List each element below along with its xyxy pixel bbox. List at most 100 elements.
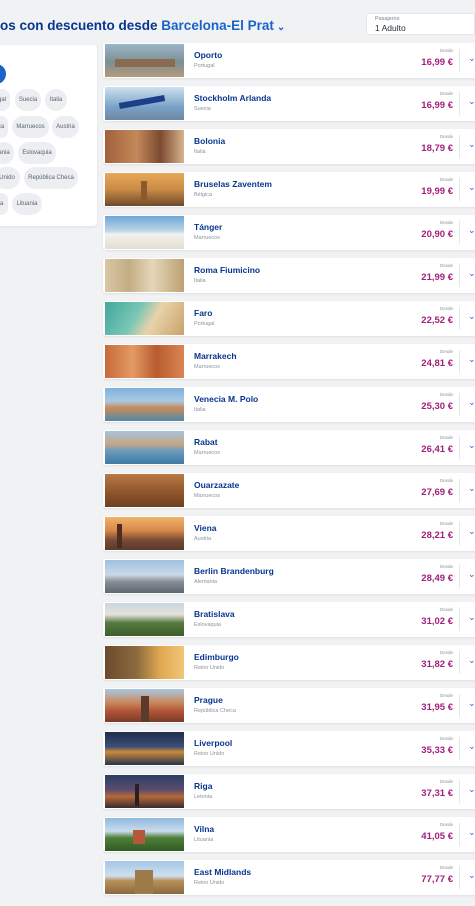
chevron-down-icon[interactable]: ⌄	[468, 741, 475, 752]
chevron-down-icon[interactable]: ⌄	[468, 225, 475, 236]
destination-card-edimburgo[interactable]: Edimburgo Reino Unido Desde 31,82 € ⌄	[103, 645, 475, 680]
chevron-down-icon[interactable]: ⌄	[468, 268, 475, 279]
destination-card-liverpool[interactable]: Liverpool Reino Unido Desde 35,33 € ⌄	[103, 731, 475, 766]
country-chip-austria[interactable]: Austria	[52, 116, 79, 138]
chevron-down-icon[interactable]: ⌄	[468, 526, 475, 537]
destination-card-viena[interactable]: Viena Austria Desde 28,21 € ⌄	[103, 516, 475, 551]
chevron-down-icon[interactable]: ⌄	[468, 311, 475, 322]
destination-city: Roma Fiumicino	[194, 265, 261, 275]
destination-card-bruselas[interactable]: Bruselas Zaventem Bélgica Desde 19,99 € …	[103, 172, 475, 207]
divider	[459, 393, 460, 416]
destination-country: Bélgica	[194, 192, 213, 198]
destination-card-east-midlands[interactable]: East Midlands Reino Unido Desde 77,77 € …	[103, 860, 475, 895]
chevron-down-icon[interactable]: ⌄	[468, 53, 475, 64]
destination-card-bratislava[interactable]: Bratislava Eslovaquia Desde 31,02 € ⌄	[103, 602, 475, 637]
destination-card-riga[interactable]: Riga Letonia Desde 37,31 € ⌄	[103, 774, 475, 809]
destination-card-rabat[interactable]: Rabat Marruecos Desde 26,41 € ⌄	[103, 430, 475, 465]
destination-photo	[105, 474, 184, 507]
country-chip-lituania[interactable]: Lituania	[12, 193, 42, 215]
destination-country: Suecia	[194, 106, 211, 112]
destination-card-prague[interactable]: Prague República Checa Desde 31,95 € ⌄	[103, 688, 475, 723]
divider	[459, 49, 460, 72]
divider	[459, 178, 460, 201]
destination-photo	[105, 431, 184, 464]
chevron-down-icon[interactable]: ⌄	[468, 397, 475, 408]
destination-card-vilna[interactable]: Vilna Lituania Desde 41,05 € ⌄	[103, 817, 475, 852]
destination-card-venecia[interactable]: Venecia M. Polo Italia Desde 25,30 € ⌄	[103, 387, 475, 422]
divider	[459, 694, 460, 717]
price-prefix: Desde	[439, 693, 453, 698]
country-chip-suecia[interactable]: Suecia	[15, 89, 41, 111]
destination-country: Marruecos	[194, 450, 220, 456]
destination-photo	[105, 216, 184, 249]
destination-country: Lituania	[194, 837, 214, 843]
chevron-down-icon[interactable]: ⌄	[468, 827, 475, 838]
origin-selector[interactable]: Barcelona-El Prat	[161, 18, 274, 33]
destination-city: Prague	[194, 695, 223, 705]
destination-price: 21,99 €	[421, 272, 453, 283]
destination-country: Marruecos	[194, 235, 220, 241]
passengers-field[interactable]: Pasajeros 1 Adulto	[366, 13, 475, 35]
destination-photo	[105, 560, 184, 593]
price-prefix: Desde	[439, 564, 453, 569]
divider	[459, 823, 460, 846]
chevron-down-icon[interactable]: ⌄	[468, 440, 475, 451]
destination-country: República Checa	[194, 708, 236, 714]
destination-card-ouarzazate[interactable]: Ouarzazate Marruecos Desde 27,69 € ⌄	[103, 473, 475, 508]
chevron-down-icon[interactable]: ⌄	[468, 784, 475, 795]
chevron-down-icon[interactable]: ⌄	[468, 139, 475, 150]
chevron-down-icon[interactable]: ⌄	[468, 182, 475, 193]
chevron-down-icon[interactable]: ⌄	[468, 612, 475, 623]
destination-price: 28,21 €	[421, 530, 453, 541]
destination-card-marrakech[interactable]: Marrakech Marruecos Desde 24,81 € ⌄	[103, 344, 475, 379]
divider	[459, 92, 460, 115]
chevron-down-icon[interactable]: ⌄	[468, 483, 475, 494]
destination-card-berlin[interactable]: Berlin Brandenburg Alemania Desde 28,49 …	[103, 559, 475, 594]
country-chip-italia[interactable]: Italia	[45, 89, 67, 111]
chevron-down-icon[interactable]: ⌄	[468, 354, 475, 365]
chevron-down-icon[interactable]: ⌄	[468, 870, 475, 881]
country-chip-eslovaquia[interactable]: Eslovaquia	[18, 142, 56, 164]
price-prefix: Desde	[439, 263, 453, 268]
destination-photo	[105, 775, 184, 808]
destination-price: 35,33 €	[421, 745, 453, 756]
destination-photo	[105, 259, 184, 292]
destination-photo	[105, 861, 184, 894]
destination-price: 25,30 €	[421, 401, 453, 412]
price-prefix: Desde	[439, 607, 453, 612]
destination-country: Italia	[194, 407, 206, 413]
chevron-down-icon[interactable]: ⌄	[468, 569, 475, 580]
destination-price: 26,41 €	[421, 444, 453, 455]
destination-photo	[105, 646, 184, 679]
chevron-down-icon[interactable]: ⌄	[277, 22, 285, 33]
destination-price: 22,52 €	[421, 315, 453, 326]
destination-card-stockholm[interactable]: Stockholm Arlanda Suecia Desde 16,99 € ⌄	[103, 86, 475, 121]
destination-photo	[105, 732, 184, 765]
destination-price: 31,82 €	[421, 659, 453, 670]
destination-city: Bruselas Zaventem	[194, 179, 272, 189]
destination-city: Bratislava	[194, 609, 235, 619]
destination-card-bolonia[interactable]: Bolonia Italia Desde 18,79 € ⌄	[103, 129, 475, 164]
destination-card-roma[interactable]: Roma Fiumicino Italia Desde 21,99 € ⌄	[103, 258, 475, 293]
chevron-down-icon[interactable]: ⌄	[468, 96, 475, 107]
destination-card-tanger[interactable]: Tánger Marruecos Desde 20,90 € ⌄	[103, 215, 475, 250]
country-chip-marruecos[interactable]: Marruecos	[12, 116, 49, 138]
passengers-label: Pasajeros	[375, 16, 400, 22]
destination-photo	[105, 689, 184, 722]
destination-city: Bolonia	[194, 136, 226, 146]
destination-card-faro[interactable]: Faro Portugal Desde 22,52 € ⌄	[103, 301, 475, 336]
destination-country: Portugal	[194, 63, 215, 69]
country-chip-letonia[interactable]: ia	[0, 193, 8, 215]
chevron-down-icon[interactable]: ⌄	[468, 655, 475, 666]
country-chip-republica-checa[interactable]: República Checa	[24, 167, 78, 189]
destination-photo	[105, 173, 184, 206]
destination-price: 19,99 €	[421, 186, 453, 197]
destination-city: Venecia M. Polo	[194, 394, 259, 404]
country-chip-belgica[interactable]: ca	[0, 116, 8, 138]
divider	[459, 651, 460, 674]
price-prefix: Desde	[439, 177, 453, 182]
destination-city: Oporto	[194, 50, 223, 60]
destination-card-oporto[interactable]: Oporto Portugal Desde 16,99 € ⌄	[103, 43, 475, 78]
passengers-value[interactable]: 1 Adulto	[375, 23, 466, 34]
chevron-down-icon[interactable]: ⌄	[468, 698, 475, 709]
